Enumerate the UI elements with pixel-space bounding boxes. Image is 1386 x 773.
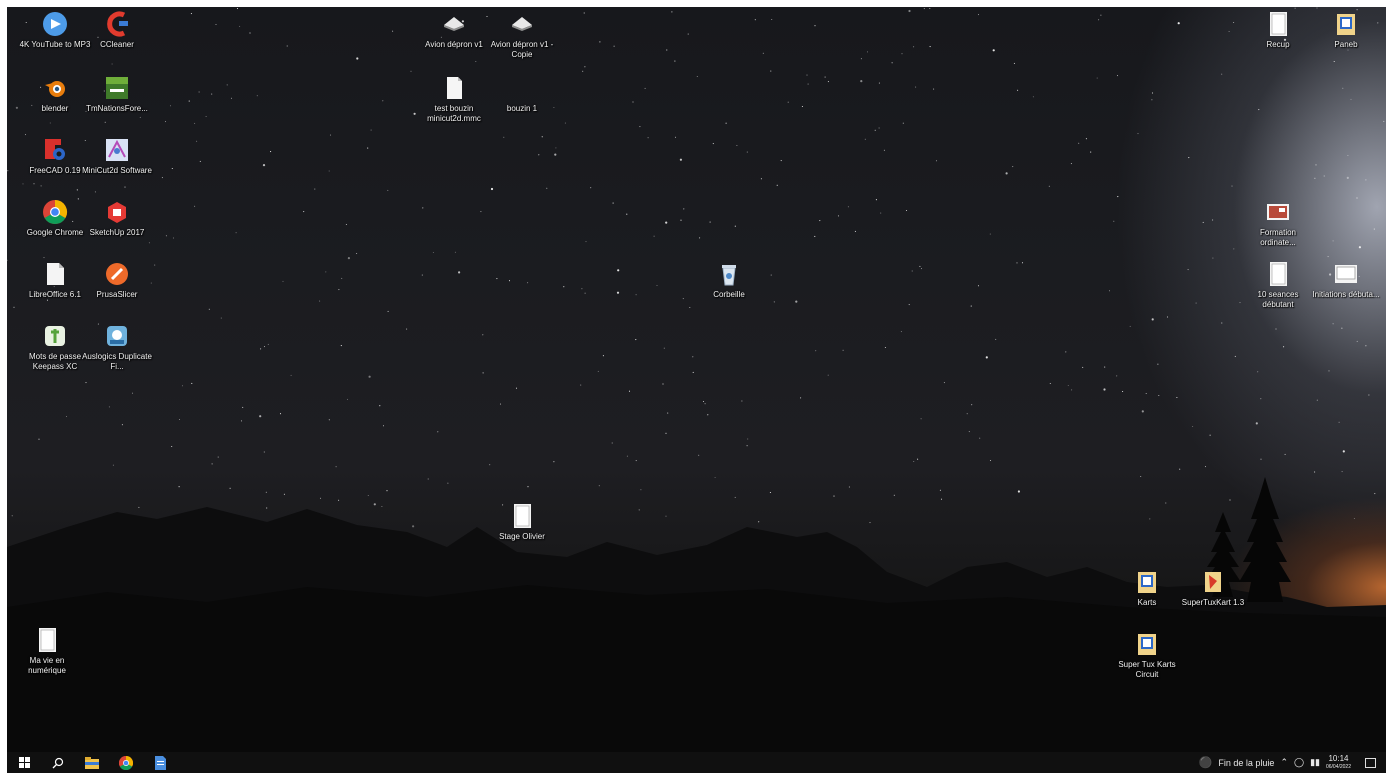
clock-time: 10:14 [1328, 753, 1349, 763]
desktop-icon-label: bouzin 1 [506, 104, 538, 113]
keepassxc-icon [42, 323, 68, 349]
desktop-icon[interactable]: SketchUp 2017 [81, 199, 153, 238]
desktop-icon[interactable]: test bouzin minicut2d.mmc [418, 75, 490, 124]
minicut2d-icon [104, 137, 130, 163]
desktop-icon-label: 10 seances débutant [1257, 290, 1299, 309]
desktop-icon[interactable]: PrusaSlicer [81, 261, 153, 300]
presentation-icon [1265, 199, 1291, 225]
file-explorer-button[interactable] [75, 752, 109, 773]
blender-icon [42, 75, 68, 101]
desktop-icon-label: CCleaner [100, 40, 134, 49]
folder-doc-icon [1134, 631, 1160, 657]
chrome-icon [42, 199, 68, 225]
sketchup-icon [104, 199, 130, 225]
document-icon [509, 503, 535, 529]
taskbar: ⚫ Fin de la pluie ⌃ ◯ ▮▮ 10:14 06/04/202… [7, 752, 1386, 773]
desktop-icon-label: Recup [1266, 40, 1290, 49]
search-button[interactable] [41, 752, 75, 773]
desktop-icon-label: Avion dépron v1 [425, 40, 483, 49]
desktop-icon[interactable]: Avion dépron v1 - Copie [486, 11, 558, 60]
desktop-icon-label: Paneb [1334, 40, 1358, 49]
presentation-blank-icon [1333, 261, 1359, 287]
ccleaner-icon [104, 11, 130, 37]
desktop-icon[interactable]: Formation ordinate... [1242, 199, 1314, 248]
folder-icon [85, 756, 99, 769]
supertuxkart-icon [1200, 569, 1226, 595]
folder-doc-icon [1134, 569, 1160, 595]
search-icon [52, 757, 64, 768]
folder-doc-icon [1333, 11, 1359, 37]
desktop-icon-label: Corbeille [713, 290, 745, 299]
desktop-icon[interactable]: bouzin 1 [486, 75, 558, 114]
desktop-icon[interactable]: Karts [1111, 569, 1183, 608]
desktop-icon[interactable]: Super Tux Karts Circuit [1111, 631, 1183, 680]
desktop-icon-label: Avion dépron v1 - Copie [490, 40, 554, 59]
desktop-icon-label: Ma vie en numérique [28, 656, 66, 675]
freecad-icon [42, 137, 68, 163]
notification-icon[interactable] [1365, 757, 1376, 768]
document-icon [34, 627, 60, 653]
desktop-icon-label: Formation ordinate... [1259, 228, 1296, 247]
desktop-icon[interactable]: Recup [1242, 11, 1314, 50]
desktop-icon[interactable]: 10 seances débutant [1242, 261, 1314, 310]
youtube-mp3-icon [42, 11, 68, 37]
clock[interactable]: 10:14 06/04/2022 [1325, 753, 1351, 771]
windows-icon [18, 757, 30, 768]
prusaslicer-icon [104, 261, 130, 287]
chevron-up-icon[interactable]: ⌃ [1280, 757, 1288, 768]
desktop-icon-label: MiniCut2d Software [82, 166, 152, 175]
desktop-icon-label: Stage Olivier [499, 532, 545, 541]
auslogics-icon [104, 323, 130, 349]
desktop-icon[interactable]: Auslogics Duplicate Fi... [81, 323, 153, 372]
libreoffice-icon [42, 261, 68, 287]
desktop-icon-label: SuperTuxKart 1.3 [1181, 598, 1245, 607]
document-icon [154, 755, 166, 770]
dxf-file-icon [509, 11, 535, 37]
document-icon [1265, 11, 1291, 37]
desktop-icon[interactable]: Ma vie en numérique [11, 627, 83, 676]
trackmania-icon [104, 75, 130, 101]
desktop-icon[interactable]: SuperTuxKart 1.3 [1177, 569, 1249, 608]
dxf-file-icon [441, 11, 467, 37]
chrome-taskbar-button[interactable] [109, 752, 143, 773]
desktop-icon-label: TmNationsFore... [86, 104, 148, 113]
clock-date: 06/04/2022 [1325, 763, 1351, 770]
desktop[interactable]: 4K YouTube to MP3 CCleaner blender TmNation… [7, 7, 1386, 773]
weather-icon[interactable]: ⚫ [1199, 756, 1213, 769]
recycle-bin-icon [716, 261, 742, 287]
desktop-icon-label: Auslogics Duplicate Fi... [82, 352, 152, 371]
desktop-icon[interactable]: Corbeille [693, 261, 765, 300]
chrome-icon [119, 755, 133, 770]
desktop-icon-label: Karts [1137, 598, 1157, 607]
document-taskbar-button[interactable] [143, 752, 177, 773]
start-button[interactable] [7, 752, 41, 773]
desktop-icon-label: Super Tux Karts Circuit [1118, 660, 1176, 679]
desktop-icon[interactable]: Initiations débuta... [1310, 261, 1382, 300]
desktop-icon-label: Initiations débuta... [1312, 290, 1380, 299]
weather-text[interactable]: Fin de la pluie [1218, 758, 1274, 768]
desktop-icon-label: SketchUp 2017 [89, 228, 145, 237]
desktop-icon[interactable]: Stage Olivier [486, 503, 558, 542]
network-icon[interactable]: ◯ [1294, 757, 1304, 768]
desktop-icon[interactable]: Paneb [1310, 11, 1382, 50]
desktop-icon[interactable]: MiniCut2d Software [81, 137, 153, 176]
desktop-icon[interactable]: TmNationsFore... [81, 75, 153, 114]
file-icon [441, 75, 467, 101]
system-tray: ⚫ Fin de la pluie ⌃ ◯ ▮▮ 10:14 06/04/202… [1199, 752, 1386, 773]
blank-icon [509, 75, 535, 101]
desktop-icon[interactable]: CCleaner [81, 11, 153, 50]
desktop-icon-label: test bouzin minicut2d.mmc [427, 104, 481, 123]
battery-icon[interactable]: ▮▮ [1310, 757, 1320, 768]
desktop-icon[interactable]: Avion dépron v1 [418, 11, 490, 50]
desktop-icon-label: PrusaSlicer [96, 290, 138, 299]
document-icon [1265, 261, 1291, 287]
